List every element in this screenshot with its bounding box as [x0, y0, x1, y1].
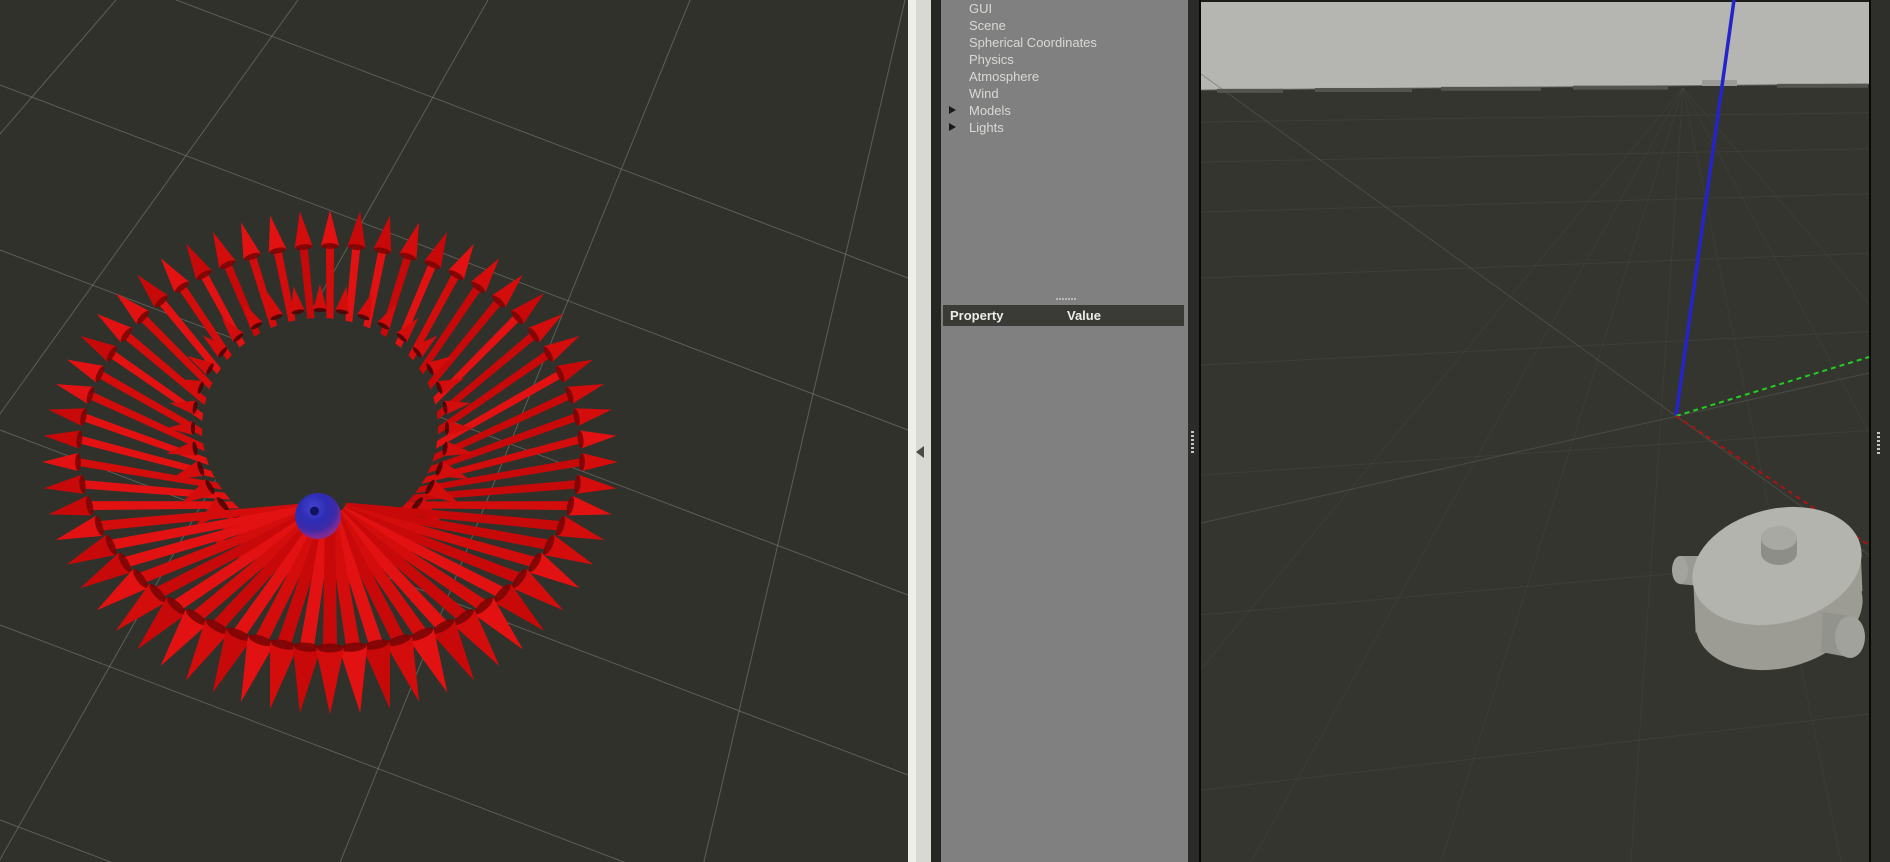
panel-splitter[interactable]	[908, 0, 941, 862]
world-panel: GUI Scene Spherical Coordinates Physics …	[941, 0, 1188, 862]
expander-icon[interactable]	[949, 123, 956, 131]
property-splitter-handle-icon[interactable]	[1056, 298, 1076, 300]
property-column-header[interactable]: Property	[943, 308, 1003, 323]
gazebo-window: GUI Scene Spherical Coordinates Physics …	[0, 0, 1890, 862]
tree-item-label: Scene	[969, 18, 1006, 33]
tree-item-gui[interactable]: GUI	[941, 0, 1188, 17]
wind-arrow-ring	[42, 210, 618, 714]
tree-item-physics[interactable]: Physics	[941, 51, 1188, 68]
expander-icon[interactable]	[949, 106, 956, 114]
cylinder-model[interactable]	[1672, 490, 1869, 687]
wind-arrows-scene[interactable]	[0, 0, 908, 862]
right-edge-splitter[interactable]	[1869, 0, 1890, 862]
tree-item-wind[interactable]: Wind	[941, 85, 1188, 102]
sky	[1201, 2, 1869, 90]
value-column-header[interactable]: Value	[1067, 305, 1101, 326]
ground-grid	[1201, 74, 1869, 862]
world-scene[interactable]	[1201, 0, 1869, 862]
drag-handle-icon[interactable]	[1191, 431, 1194, 453]
tree-item-models[interactable]: Models	[941, 102, 1188, 119]
tree-item-label: Spherical Coordinates	[969, 35, 1097, 50]
tree-item-label: Physics	[969, 52, 1014, 67]
tree-item-label: Wind	[969, 86, 999, 101]
left-3d-viewport[interactable]	[0, 0, 908, 862]
tree-item-label: Lights	[969, 120, 1004, 135]
property-table-header: Property Value	[943, 305, 1184, 326]
drag-handle-icon[interactable]	[1877, 432, 1880, 454]
tree-item-label: Atmosphere	[969, 69, 1039, 84]
tree-item-label: Models	[969, 103, 1011, 118]
right-viewport-splitter[interactable]	[1188, 0, 1201, 862]
tree-item-lights[interactable]: Lights	[941, 119, 1188, 136]
viewport-top-border	[1201, 0, 1869, 2]
tree-item-label: GUI	[969, 1, 992, 16]
tree-item-spherical-coordinates[interactable]: Spherical Coordinates	[941, 34, 1188, 51]
y-axis-green	[1676, 357, 1869, 416]
right-3d-viewport[interactable]	[1201, 0, 1869, 862]
collapse-left-icon[interactable]	[916, 446, 924, 458]
tree-item-atmosphere[interactable]: Atmosphere	[941, 68, 1188, 85]
world-tree: GUI Scene Spherical Coordinates Physics …	[941, 0, 1188, 136]
tree-item-scene[interactable]: Scene	[941, 17, 1188, 34]
sphere-model[interactable]	[295, 493, 341, 539]
